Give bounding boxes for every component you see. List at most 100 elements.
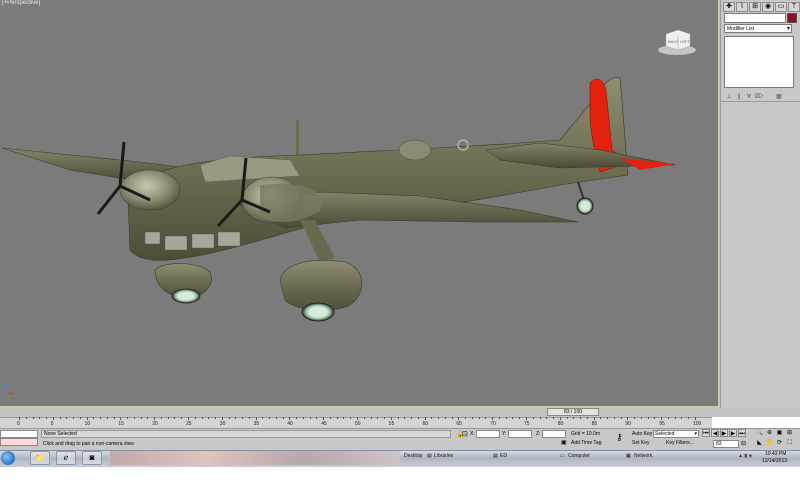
3dsmax-taskbar-icon[interactable]: ◙ <box>82 451 102 465</box>
time-slider-thumb[interactable]: 83 / 100 <box>547 408 599 416</box>
trackbar-tick <box>59 417 61 419</box>
trackbar-tick <box>539 417 541 419</box>
trackbar-tick-label: 100 <box>693 421 702 427</box>
trackbar-tick <box>127 417 129 419</box>
field-of-view-icon[interactable]: ◣ <box>755 439 764 448</box>
hierarchy-tab-icon[interactable]: ⊞ <box>749 2 761 12</box>
start-button[interactable] <box>1 451 15 465</box>
zoom-extents-icon[interactable]: ▣ <box>775 429 784 438</box>
folder-icon: ▤ <box>427 453 432 459</box>
zoom-all-icon[interactable]: ⊕ <box>765 429 774 438</box>
z-coord-field[interactable] <box>542 430 566 438</box>
trackbar-tick-label: 45 <box>321 421 327 427</box>
trackbar-tick-label: 80 <box>557 421 564 427</box>
trackbar-tick <box>316 417 318 419</box>
trackbar-tick <box>25 417 27 419</box>
create-tab-icon[interactable]: ✚ <box>723 2 735 12</box>
trackbar-tick <box>242 417 244 419</box>
utilities-tab-icon[interactable]: T <box>788 2 800 12</box>
trackbar-tick <box>228 417 230 419</box>
zoom-extents-all-icon[interactable]: ⊞ <box>785 429 794 438</box>
object-name-field[interactable] <box>724 13 786 23</box>
modifier-stack[interactable] <box>724 36 794 88</box>
viewcube-left-label: LEFT <box>680 39 690 44</box>
motion-tab-icon[interactable]: ◉ <box>762 2 774 12</box>
internet-explorer-icon[interactable]: ℯ <box>56 451 76 465</box>
perspective-viewport[interactable]: [+Perspective] BACK LEFT <box>0 0 720 408</box>
explorer-icon[interactable]: 📁 <box>30 451 50 465</box>
trackbar-tick <box>262 417 264 419</box>
trackbar-tick <box>424 417 426 420</box>
trackbar-tick <box>275 417 277 419</box>
trackbar-tick <box>66 417 68 419</box>
trackbar-tick <box>674 417 676 419</box>
modify-tab-icon[interactable]: ⌇ <box>736 2 748 12</box>
trackbar-tick-label: 55 <box>388 421 395 427</box>
trackbar-tick-label: 60 <box>422 421 429 427</box>
trackbar-tick <box>343 417 345 419</box>
time-slider-track[interactable] <box>0 408 800 417</box>
trackbar-tick <box>147 417 149 419</box>
modifier-list-label: Modifier List <box>727 26 754 32</box>
go-to-start-icon[interactable]: ⏮ <box>702 429 710 437</box>
maximize-viewport-icon[interactable]: ⛶ <box>785 439 794 448</box>
auto-key-button[interactable]: Auto Key <box>632 431 652 437</box>
go-to-end-icon[interactable]: ⏭ <box>738 429 746 437</box>
trackbar-tick <box>580 417 582 419</box>
trackbar-tick <box>248 417 250 419</box>
play-icon[interactable]: ▶ <box>720 429 728 437</box>
key-selection-value: Selected <box>655 431 675 437</box>
trackbar-tick <box>640 417 642 419</box>
viewcube-widget[interactable]: BACK LEFT <box>656 26 698 56</box>
network-item[interactable]: Network <box>634 453 652 459</box>
current-frame-field[interactable]: 83 <box>713 440 739 448</box>
trackbar-tick <box>140 417 142 419</box>
time-tag-icon[interactable]: ▣ <box>561 439 567 446</box>
clock-time[interactable]: 10:43 PM <box>765 451 786 457</box>
trackbar-tick <box>607 417 609 419</box>
absolute-mode-icon[interactable]: ⊡ <box>462 430 468 438</box>
trackbar-tick <box>681 417 683 419</box>
orbit-icon[interactable]: ⟳ <box>775 439 784 448</box>
trackbar-tick <box>566 417 568 419</box>
display-tab-icon[interactable]: ▭ <box>775 2 787 12</box>
clock-date[interactable]: 12/14/2013 <box>762 458 787 464</box>
system-tray-icons[interactable]: ▲ ▮ ◈ <box>738 453 752 459</box>
trackbar-tick <box>451 417 453 419</box>
pan-view-icon[interactable]: ✋ <box>765 439 774 448</box>
trackbar-tick <box>235 417 237 419</box>
key-selection-dropdown[interactable]: Selected ▾ <box>653 430 699 438</box>
trackbar-tick-label: 65 <box>456 421 462 427</box>
trackbar-tick-label: 75 <box>524 421 530 427</box>
trackbar-tick <box>526 417 527 420</box>
modifier-list-dropdown[interactable]: Modifier List ▾ <box>724 24 792 33</box>
trackbar-tick <box>465 417 467 419</box>
zoom-icon[interactable]: 🔍 <box>755 429 764 438</box>
key-mode-icon[interactable]: ⚷ <box>616 432 623 443</box>
time-configuration-icon[interactable]: ⊟ <box>741 440 746 447</box>
desktop-item[interactable]: Desktop <box>404 453 422 459</box>
libraries-item[interactable]: Libraries <box>434 453 453 459</box>
set-key-button[interactable]: Set Key <box>632 440 650 446</box>
playback-controls: ⏮ ◀ ▶ ▶ ⏭ <box>702 429 758 439</box>
add-time-tag[interactable]: Add Time Tag <box>571 440 601 446</box>
object-color-swatch[interactable] <box>787 13 797 23</box>
maxscript-listener-output[interactable] <box>0 438 38 446</box>
key-filters-button[interactable]: Key Filters... <box>666 440 694 446</box>
ed-item[interactable]: ED <box>500 453 507 459</box>
trackbar-tick <box>627 417 629 420</box>
trackbar-tick <box>411 417 413 419</box>
trackbar-tick <box>309 417 311 419</box>
trackbar-tick <box>39 417 41 419</box>
trackbar-tick <box>438 417 440 419</box>
next-frame-icon[interactable]: ▶ <box>729 429 737 437</box>
y-coord-field[interactable] <box>508 430 532 438</box>
x-coord-field[interactable] <box>476 430 500 438</box>
trackbar-tick <box>188 417 189 420</box>
airplane-model[interactable] <box>0 0 718 406</box>
maxscript-listener-input[interactable] <box>0 430 38 438</box>
previous-frame-icon[interactable]: ◀ <box>711 429 719 437</box>
trackbar-tick-label: 95 <box>659 421 665 427</box>
computer-item[interactable]: Computer <box>568 453 590 459</box>
trackbar-tick <box>100 417 102 419</box>
